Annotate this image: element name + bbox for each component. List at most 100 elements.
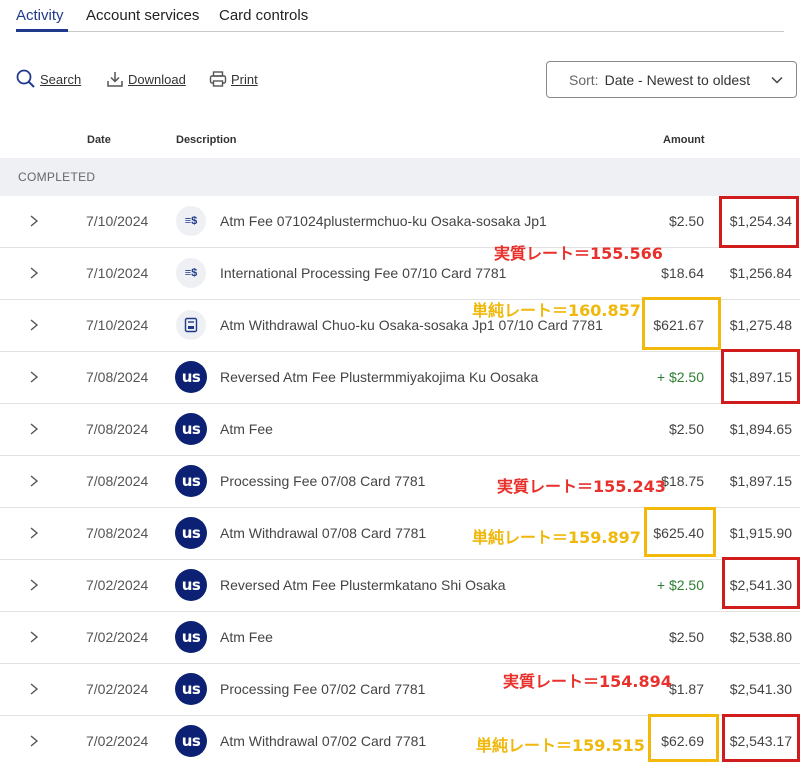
simple-rate-note: 単純レート＝160.857 — [472, 301, 641, 320]
transaction-description: Processing Fee 07/08 Card 7781 — [220, 473, 426, 489]
table-row[interactable]: 7/02/2024 us Reversed Atm Fee Plustermka… — [0, 560, 800, 612]
us-bank-logo-icon: us — [175, 725, 207, 757]
us-bank-logo-icon: us — [175, 413, 207, 445]
chevron-right-icon[interactable] — [28, 630, 40, 644]
description-column-header: Description — [176, 134, 237, 146]
tab-bar: Activity Account services Card controls — [16, 0, 784, 32]
simple-rate-note: 単純レート＝159.897 — [472, 528, 641, 547]
download-icon — [107, 72, 123, 87]
chevron-down-icon — [771, 76, 783, 84]
fee-icon: ≡$ — [176, 206, 206, 236]
highlight-box-red — [722, 557, 800, 609]
download-label: Download — [128, 71, 186, 87]
highlight-box-red — [719, 196, 799, 248]
highlight-box-yellow — [642, 297, 721, 350]
chevron-right-icon[interactable] — [28, 318, 40, 332]
search-label: Search — [40, 71, 82, 87]
search-icon — [16, 69, 35, 88]
section-label: COMPLETED — [18, 170, 96, 184]
running-balance: $2,541.30 — [729, 681, 792, 697]
tab-activity[interactable]: Activity — [16, 7, 64, 24]
transaction-description: Atm Withdrawal 07/08 Card 7781 — [220, 525, 427, 541]
us-bank-logo-icon: us — [175, 517, 207, 549]
transaction-date: 7/10/2024 — [86, 265, 149, 281]
effective-rate-note: 実質レート＝155.566 — [494, 244, 663, 263]
transaction-date: 7/02/2024 — [86, 629, 149, 645]
sort-value: Date - Newest to oldest — [604, 71, 751, 88]
transaction-amount: $2.50 — [668, 629, 704, 645]
transaction-description: Atm Fee — [220, 629, 273, 645]
active-tab-indicator — [16, 29, 68, 32]
transaction-date: 7/08/2024 — [86, 473, 149, 489]
completed-section-header: COMPLETED — [0, 158, 800, 196]
table-row[interactable]: 7/08/2024 us Reversed Atm Fee Plustermmi… — [0, 352, 800, 404]
chevron-right-icon[interactable] — [28, 734, 40, 748]
table-row[interactable]: 7/10/2024 ≡$ Atm Fee 071024plustermchuo-… — [0, 196, 800, 248]
transaction-description: Atm Withdrawal 07/02 Card 7781 — [220, 733, 427, 749]
running-balance: $1,256.84 — [729, 265, 792, 281]
print-label: Print — [231, 71, 258, 87]
transaction-amount: $2.50 — [668, 421, 704, 437]
running-balance: $1,915.90 — [729, 525, 792, 541]
sort-label: Sort: — [569, 71, 599, 88]
highlight-box-yellow — [648, 714, 719, 762]
printer-icon — [209, 71, 227, 87]
highlight-box-yellow — [644, 507, 716, 557]
table-row[interactable]: 7/02/2024 us Atm Fee $2.50 $2,538.80 — [0, 612, 800, 664]
transaction-date: 7/08/2024 — [86, 421, 149, 437]
chevron-right-icon[interactable] — [28, 370, 40, 384]
effective-rate-note: 実質レート＝155.243 — [497, 477, 666, 496]
chevron-right-icon[interactable] — [28, 526, 40, 540]
transaction-amount: + $2.50 — [656, 369, 704, 385]
table-row[interactable]: 7/10/2024 ≡$ International Processing Fe… — [0, 248, 800, 300]
effective-rate-note: 実質レート＝154.894 — [503, 672, 672, 691]
transaction-date: 7/08/2024 — [86, 369, 149, 385]
running-balance: $2,538.80 — [729, 629, 792, 645]
atm-icon — [176, 310, 206, 340]
highlight-box-red — [721, 349, 800, 404]
highlight-box-red — [722, 714, 800, 762]
transaction-description: Reversed Atm Fee Plustermkatano Shi Osak… — [220, 577, 506, 593]
chevron-right-icon[interactable] — [28, 266, 40, 280]
chevron-right-icon[interactable] — [28, 578, 40, 592]
transaction-description: Atm Fee 071024plustermchuo-ku Osaka-sosa… — [220, 213, 547, 229]
chevron-right-icon[interactable] — [28, 682, 40, 696]
amount-column-header: Amount — [663, 134, 705, 146]
tab-card-controls[interactable]: Card controls — [219, 7, 308, 24]
running-balance: $1,894.65 — [729, 421, 792, 437]
print-button[interactable]: Print — [209, 68, 258, 90]
running-balance: $1,897.15 — [729, 473, 792, 489]
transaction-date: 7/10/2024 — [86, 213, 149, 229]
table-row[interactable]: 7/02/2024 us Processing Fee 07/02 Card 7… — [0, 664, 800, 716]
us-bank-logo-icon: us — [175, 465, 207, 497]
transaction-amount: $18.64 — [661, 265, 704, 281]
us-bank-logo-icon: us — [175, 673, 207, 705]
search-button[interactable]: Search — [16, 68, 81, 90]
table-row[interactable]: 7/08/2024 us Atm Fee $2.50 $1,894.65 — [0, 404, 800, 456]
transaction-description: Reversed Atm Fee Plustermmiyakojima Ku O… — [220, 369, 539, 385]
transaction-description: Atm Fee — [220, 421, 273, 437]
date-column-header: Date — [87, 134, 111, 146]
download-button[interactable]: Download — [106, 68, 186, 90]
tab-account-services[interactable]: Account services — [86, 7, 199, 24]
transaction-date: 7/02/2024 — [86, 577, 149, 593]
transaction-date: 7/02/2024 — [86, 681, 149, 697]
table-row[interactable]: 7/08/2024 us Processing Fee 07/08 Card 7… — [0, 456, 800, 508]
transaction-date: 7/10/2024 — [86, 317, 149, 333]
running-balance: $1,275.48 — [729, 317, 792, 333]
us-bank-logo-icon: us — [175, 621, 207, 653]
transaction-amount: $2.50 — [668, 213, 704, 229]
fee-icon: ≡$ — [176, 258, 206, 288]
transaction-amount: + $2.50 — [656, 577, 704, 593]
chevron-right-icon[interactable] — [28, 422, 40, 436]
transaction-description: Processing Fee 07/02 Card 7781 — [220, 681, 426, 697]
sort-dropdown[interactable]: Sort: Date - Newest to oldest — [546, 61, 797, 98]
transaction-amount: $18.75 — [661, 473, 704, 489]
us-bank-logo-icon: us — [175, 361, 207, 393]
simple-rate-note: 単純レート＝159.515 — [476, 736, 645, 755]
chevron-right-icon[interactable] — [28, 214, 40, 228]
chevron-right-icon[interactable] — [28, 474, 40, 488]
transaction-description: International Processing Fee 07/10 Card … — [220, 265, 507, 281]
transaction-date: 7/02/2024 — [86, 733, 149, 749]
transaction-amount: $1.87 — [668, 681, 704, 697]
